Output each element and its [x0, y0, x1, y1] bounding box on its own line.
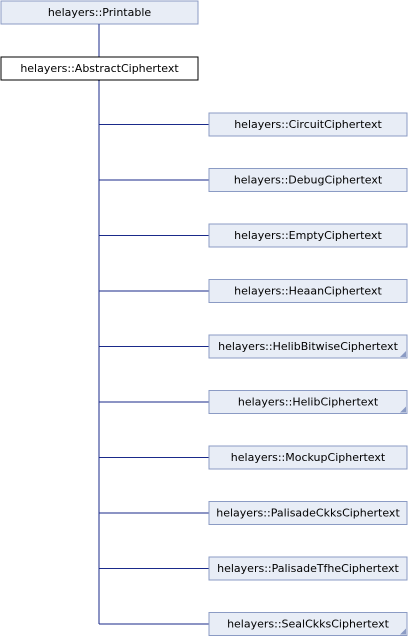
node-label: helayers::CircuitCiphertext — [234, 118, 382, 131]
node-label: helayers::PalisadeCkksCiphertext — [216, 507, 400, 520]
node-sealckksciphertext[interactable]: helayers::SealCkksCiphertext — [208, 612, 408, 636]
node-helibciphertext[interactable]: helayers::HelibCiphertext — [208, 390, 408, 414]
node-palisadeckksciphertext[interactable]: helayers::PalisadeCkksCiphertext — [208, 501, 408, 525]
node-label: helayers::HelibBitwiseCiphertext — [218, 340, 398, 353]
node-abstract-ciphertext[interactable]: helayers::AbstractCiphertext — [0, 56, 199, 81]
node-label: helayers::HelibCiphertext — [238, 396, 379, 409]
node-label: helayers::AbstractCiphertext — [20, 62, 179, 75]
node-label: helayers::Printable — [48, 6, 152, 19]
node-label: helayers::HeaanCiphertext — [234, 285, 382, 298]
derived-classes: helayers::CircuitCiphertexthelayers::Deb… — [208, 112, 408, 636]
node-label: helayers::PalisadeTfheCiphertext — [217, 562, 399, 575]
node-label: helayers::MockupCiphertext — [231, 451, 386, 464]
node-debugciphertext[interactable]: helayers::DebugCiphertext — [208, 168, 408, 192]
inheritance-edges — [99, 25, 209, 625]
inheritance-diagram: helayers::Printable helayers::AbstractCi… — [0, 0, 408, 636]
node-emptyciphertext[interactable]: helayers::EmptyCiphertext — [208, 223, 408, 248]
node-label: helayers::EmptyCiphertext — [234, 229, 382, 242]
node-label: helayers::SealCkksCiphertext — [227, 618, 390, 631]
node-helibbitwiseciphertext[interactable]: helayers::HelibBitwiseCiphertext — [208, 334, 408, 359]
node-label: helayers::DebugCiphertext — [234, 174, 383, 187]
node-printable[interactable]: helayers::Printable — [0, 0, 199, 25]
node-circuitciphertext[interactable]: helayers::CircuitCiphertext — [208, 112, 408, 137]
node-palisadetfheciphertext[interactable]: helayers::PalisadeTfheCiphertext — [208, 556, 408, 581]
node-mockupciphertext[interactable]: helayers::MockupCiphertext — [208, 445, 408, 470]
node-heaanciphertext[interactable]: helayers::HeaanCiphertext — [208, 279, 408, 303]
